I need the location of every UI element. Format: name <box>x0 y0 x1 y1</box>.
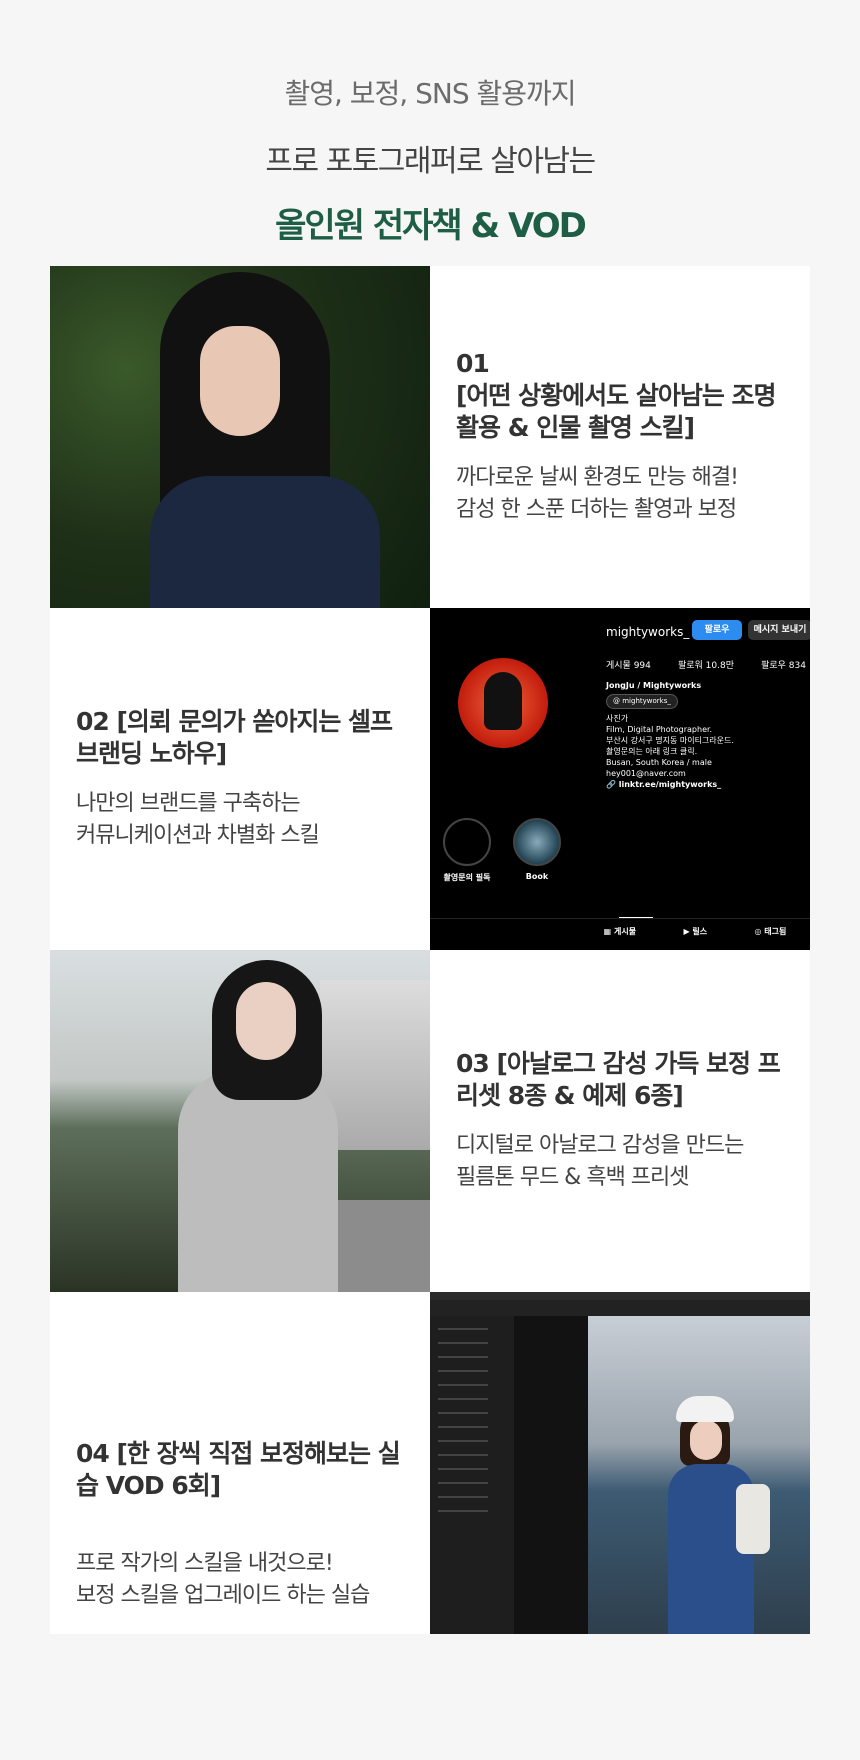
feature-04: 04 [한 장씩 직접 보정해보는 실습 VOD 6회] 프로 작가의 스킬을 … <box>50 1292 430 1634</box>
photo-dress <box>178 1070 338 1292</box>
feature-02-title: 02 [의뢰 문의가 쏟아지는 셀프 브랜딩 노하우] <box>76 707 393 768</box>
tab-tagged-label: 태그됨 <box>764 927 787 936</box>
highlight-1[interactable]: 촬영문의 필독 <box>442 818 492 883</box>
profile-tabs: ▦ 게시물 ▶ 릴스 ◎ 태그됨 <box>430 926 810 937</box>
bio-line: Busan, South Korea / male <box>606 758 712 767</box>
tab-posts-label: 게시물 <box>614 927 637 936</box>
portrait-photo-3 <box>50 950 430 1292</box>
feature-04-title: 04 [한 장씩 직접 보정해보는 실습 VOD 6회] <box>76 1439 401 1500</box>
instagram-username: mightyworks_ <box>606 625 690 639</box>
follow-button[interactable]: 팔로우 <box>692 620 742 640</box>
feature-01: 01 [어떤 상황에서도 살아남는 조명 활용 & 인물 촬영 스킬] 까다로운… <box>430 266 810 608</box>
feature-02-desc-line1: 나만의 브랜드를 구축하는 <box>76 791 301 816</box>
hero-title: 올인원 전자책 & VOD <box>275 206 587 246</box>
tabs-divider <box>430 918 810 919</box>
highlight-2-label: Book <box>525 872 549 881</box>
tab-tagged[interactable]: ◎ 태그됨 <box>754 926 786 937</box>
instagram-avatar <box>458 658 548 748</box>
bio-line: 촬영문의는 아래 링크 클릭. <box>606 747 698 756</box>
threads-chip[interactable]: @ mightyworks_ <box>606 694 678 709</box>
photo-face <box>200 326 280 436</box>
bio-role: 사진가 <box>606 714 629 723</box>
highlight-ring <box>513 818 561 866</box>
feature-01-desc-line1: 까다로운 날씨 환경도 만능 해결! <box>456 465 739 490</box>
feature-03-desc-line2: 필름톤 무드 & 흑백 프리셋 <box>456 1165 690 1190</box>
bio-line: hey001@naver.com <box>606 769 686 778</box>
following-count: 팔로우 834 <box>761 661 806 671</box>
lightroom-sidebar <box>430 1316 515 1634</box>
lightroom-menubar <box>430 1292 810 1300</box>
hero-header: 촬영, 보정, SNS 활용까지 프로 포토그래퍼로 살아남는 올인원 전자책 … <box>0 0 860 246</box>
highlight-1-label: 촬영문의 필독 <box>443 873 491 882</box>
feature-01-heading: [어떤 상황에서도 살아남는 조명 활용 & 인물 촬영 스킬] <box>456 381 777 442</box>
feature-02-desc: 나만의 브랜드를 구축하는 커뮤니케이션과 차별화 스킬 <box>76 788 404 852</box>
feature-02: 02 [의뢰 문의가 쏟아지는 셀프 브랜딩 노하우] 나만의 브랜드를 구축하… <box>50 608 430 950</box>
profile-link[interactable]: 🔗 linktr.ee/mightyworks_ <box>606 779 734 790</box>
lightroom-screenshot <box>430 1292 810 1634</box>
feature-02-desc-line2: 커뮤니케이션과 차별화 스킬 <box>76 823 320 848</box>
feature-04-desc-line1: 프로 작가의 스킬을 내것으로! <box>76 1551 334 1576</box>
threads-handle: mightyworks_ <box>622 697 671 705</box>
bio-line: Film, Digital Photographer. <box>606 725 713 734</box>
lightroom-preview-photo <box>588 1316 810 1634</box>
photo-hat <box>676 1396 734 1422</box>
instagram-profile-screenshot: mightyworks_ 팔로우 메시지 보내기 게시물 994 팔로워 10.… <box>430 608 810 950</box>
portrait-photo-1 <box>50 266 430 608</box>
bio-line: 부산시 강서구 명지동 마이티그라운드. <box>606 736 734 745</box>
tab-reels[interactable]: ▶ 릴스 <box>683 926 707 937</box>
feature-03-desc-line1: 디지털로 아날로그 감성을 만드는 <box>456 1133 744 1158</box>
photo-bag <box>736 1484 770 1554</box>
feature-04-desc: 프로 작가의 스킬을 내것으로! 보정 스킬을 업그레이드 하는 실습 <box>76 1548 404 1612</box>
tab-active-indicator <box>619 917 653 918</box>
instagram-bio: JongJu / Mightyworks @ mightyworks_ 사진가 … <box>606 680 734 790</box>
highlight-2[interactable]: Book <box>512 818 562 881</box>
feature-01-num: 01 <box>456 349 490 378</box>
message-button[interactable]: 메시지 보내기 <box>748 620 810 640</box>
tab-posts[interactable]: ▦ 게시물 <box>604 926 636 937</box>
feature-01-desc: 까다로운 날씨 환경도 만능 해결! 감성 한 스푼 더하는 촬영과 보정 <box>456 462 784 526</box>
followers-count: 팔로워 10.8만 <box>677 661 735 671</box>
profile-name: JongJu / Mightyworks <box>606 681 702 690</box>
tab-reels-label: 릴스 <box>692 927 708 936</box>
highlight-ring <box>443 818 491 866</box>
posts-count: 게시물 994 <box>606 661 651 671</box>
feature-04-desc-line2: 보정 스킬을 업그레이드 하는 실습 <box>76 1583 370 1608</box>
photo-face <box>236 982 296 1060</box>
hero-subtitle: 촬영, 보정, SNS 활용까지 <box>284 77 576 110</box>
feature-grid: 01 [어떤 상황에서도 살아남는 조명 활용 & 인물 촬영 스킬] 까다로운… <box>50 266 810 1634</box>
feature-03-title: 03 [아날로그 감성 가득 보정 프리셋 8종 & 예제 6종] <box>456 1049 781 1110</box>
feature-03: 03 [아날로그 감성 가득 보정 프리셋 8종 & 예제 6종] 디지털로 아… <box>430 950 810 1292</box>
hero-tagline: 프로 포토그래퍼로 살아남는 <box>265 144 596 179</box>
feature-01-title: 01 [어떤 상황에서도 살아남는 조명 활용 & 인물 촬영 스킬] <box>456 348 784 444</box>
lightroom-filmstrip <box>514 1316 588 1634</box>
profile-link-text: linktr.ee/mightyworks_ <box>618 780 722 789</box>
instagram-stats: 게시물 994 팔로워 10.8만 팔로우 834 <box>606 658 806 671</box>
feature-01-desc-line2: 감성 한 스푼 더하는 촬영과 보정 <box>456 497 737 522</box>
photo-face <box>690 1420 722 1460</box>
photo-body <box>150 476 380 608</box>
lightroom-toolbar <box>430 1300 810 1317</box>
feature-03-desc: 디지털로 아날로그 감성을 만드는 필름톤 무드 & 흑백 프리셋 <box>456 1130 784 1194</box>
